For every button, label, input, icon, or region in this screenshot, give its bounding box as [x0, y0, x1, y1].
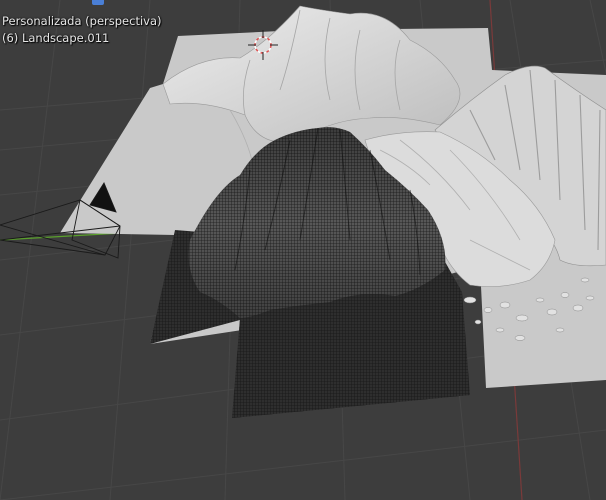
- header-editor-icon[interactable]: [92, 0, 104, 5]
- active-object-label: (6) Landscape.011: [2, 31, 110, 45]
- 3d-viewport[interactable]: Personalizada (perspectiva) (6) Landscap…: [0, 0, 606, 500]
- view-mode-label: Personalizada (perspectiva): [2, 14, 162, 28]
- viewport-scene[interactable]: [0, 0, 606, 500]
